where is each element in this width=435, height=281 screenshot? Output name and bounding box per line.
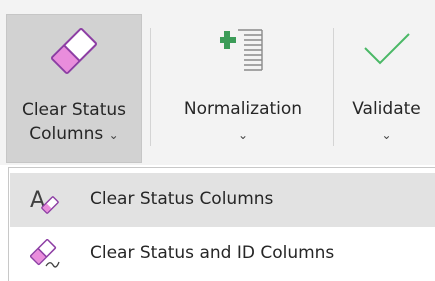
clear-format-icon: A xyxy=(30,185,60,215)
ribbon: Clear Status Columns ⌄ Normalization ⌄ V… xyxy=(0,0,435,165)
clear-status-dropdown-menu: A Clear Status Columns Clear Status and … xyxy=(8,167,435,281)
menu-item-label: Clear Status and ID Columns xyxy=(90,243,335,263)
ribbon-separator xyxy=(150,28,151,146)
clear-status-columns-button[interactable]: Clear Status Columns ⌄ xyxy=(6,14,142,163)
menu-item-label: Clear Status Columns xyxy=(90,189,274,209)
menu-item-clear-status-and-id-columns[interactable]: Clear Status and ID Columns xyxy=(10,227,435,281)
insert-row-icon xyxy=(158,14,328,86)
checkmark-icon xyxy=(338,14,435,86)
validate-button[interactable]: Validate ⌄ xyxy=(338,14,435,163)
eraser-icon xyxy=(7,15,141,87)
normalization-button[interactable]: Normalization ⌄ xyxy=(158,14,328,163)
ribbon-separator xyxy=(333,28,334,146)
eraser-icon xyxy=(29,238,60,269)
clear-status-label-line1: Clear Status xyxy=(21,100,127,120)
clear-status-label-line2: Columns ⌄ xyxy=(7,123,141,146)
chevron-down-icon[interactable]: ⌄ xyxy=(158,128,328,142)
normalization-label: Normalization xyxy=(183,99,303,119)
clear-status-label-columns: Columns xyxy=(29,124,104,144)
menu-item-clear-status-columns[interactable]: A Clear Status Columns xyxy=(10,173,435,227)
validate-label: Validate xyxy=(352,99,421,119)
chevron-down-icon: ⌄ xyxy=(108,128,119,142)
chevron-down-icon[interactable]: ⌄ xyxy=(338,128,435,142)
